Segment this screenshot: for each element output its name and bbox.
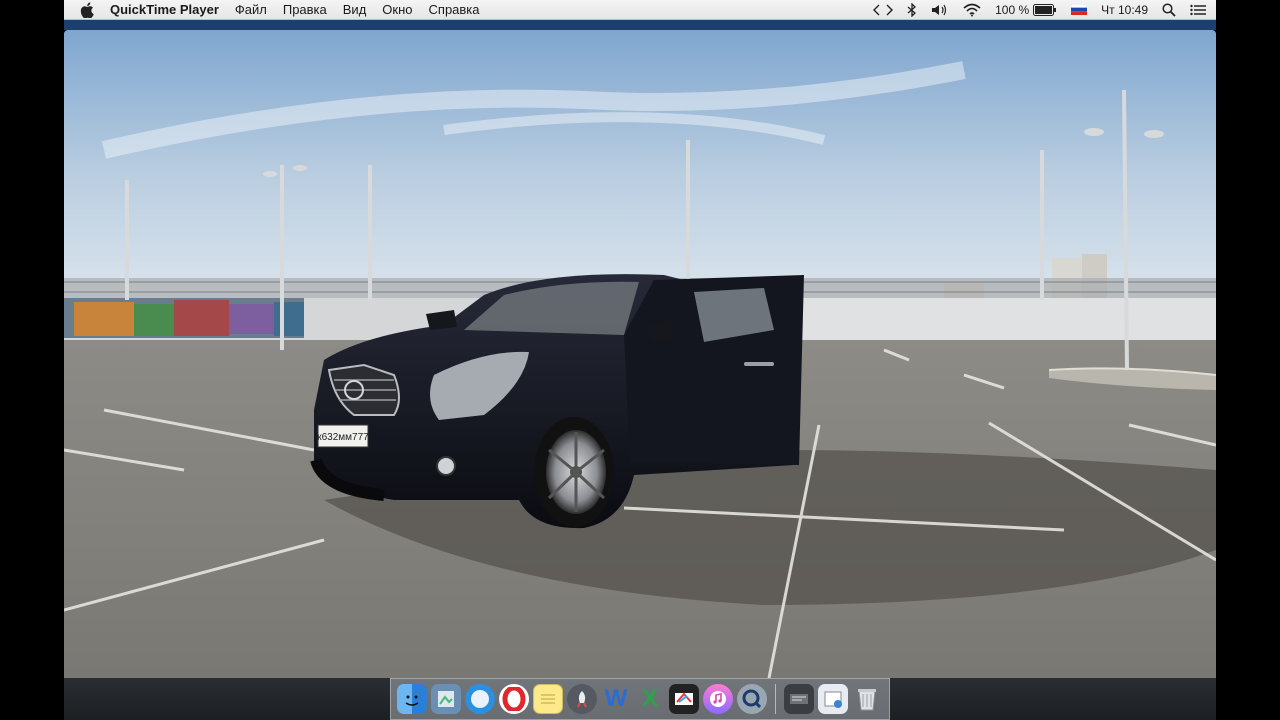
itunes-icon[interactable] bbox=[703, 684, 733, 714]
excel-icon[interactable]: X bbox=[635, 684, 665, 714]
system-info-icon[interactable] bbox=[784, 684, 814, 714]
russian-flag-icon[interactable] bbox=[1071, 4, 1088, 15]
opera-icon[interactable] bbox=[499, 684, 529, 714]
quicktime-icon[interactable] bbox=[737, 684, 767, 714]
battery-icon[interactable] bbox=[1033, 3, 1057, 16]
graffiti-mural bbox=[64, 298, 304, 338]
dock: W X bbox=[390, 678, 890, 720]
safari-icon[interactable] bbox=[465, 684, 495, 714]
bluetooth-icon[interactable] bbox=[907, 2, 917, 17]
menu-view[interactable]: Вид bbox=[343, 2, 367, 17]
menu-help[interactable]: Справка bbox=[429, 2, 480, 17]
word-icon[interactable]: W bbox=[601, 684, 631, 714]
launchpad-icon[interactable] bbox=[567, 684, 597, 714]
video-frame[interactable]: к632мм777 bbox=[64, 30, 1216, 678]
spotlight-search-icon[interactable] bbox=[1162, 2, 1176, 17]
trash-icon[interactable] bbox=[852, 684, 882, 714]
notes-icon[interactable] bbox=[533, 684, 563, 714]
notification-center-icon[interactable] bbox=[1190, 4, 1206, 16]
final-cut-icon[interactable] bbox=[669, 684, 699, 714]
code-brackets-icon[interactable] bbox=[873, 3, 894, 17]
menu-file[interactable]: Файл bbox=[235, 2, 267, 17]
apple-menu-icon[interactable] bbox=[80, 1, 96, 18]
desktop-wallpaper-strip bbox=[64, 20, 1216, 30]
desktop: QuickTime Player Файл Правка Вид Окно Сп… bbox=[0, 0, 1280, 720]
menu-window[interactable]: Окно bbox=[382, 2, 412, 17]
menu-edit[interactable]: Правка bbox=[283, 2, 327, 17]
license-plate: к632мм777 bbox=[317, 432, 369, 443]
video-scene: к632мм777 bbox=[64, 30, 1216, 678]
battery-percent: 100 % bbox=[995, 2, 1030, 17]
finder-icon[interactable] bbox=[397, 684, 427, 714]
clock[interactable]: Чт 10:49 bbox=[1101, 3, 1148, 17]
wifi-icon[interactable] bbox=[963, 3, 981, 17]
menu-bar: QuickTime Player Файл Правка Вид Окно Сп… bbox=[64, 0, 1216, 20]
preview-doc-icon[interactable] bbox=[818, 684, 848, 714]
app-name-menu[interactable]: QuickTime Player bbox=[110, 2, 219, 17]
dock-separator bbox=[775, 684, 776, 714]
preview-icon[interactable] bbox=[431, 684, 461, 714]
volume-icon[interactable] bbox=[931, 3, 949, 17]
